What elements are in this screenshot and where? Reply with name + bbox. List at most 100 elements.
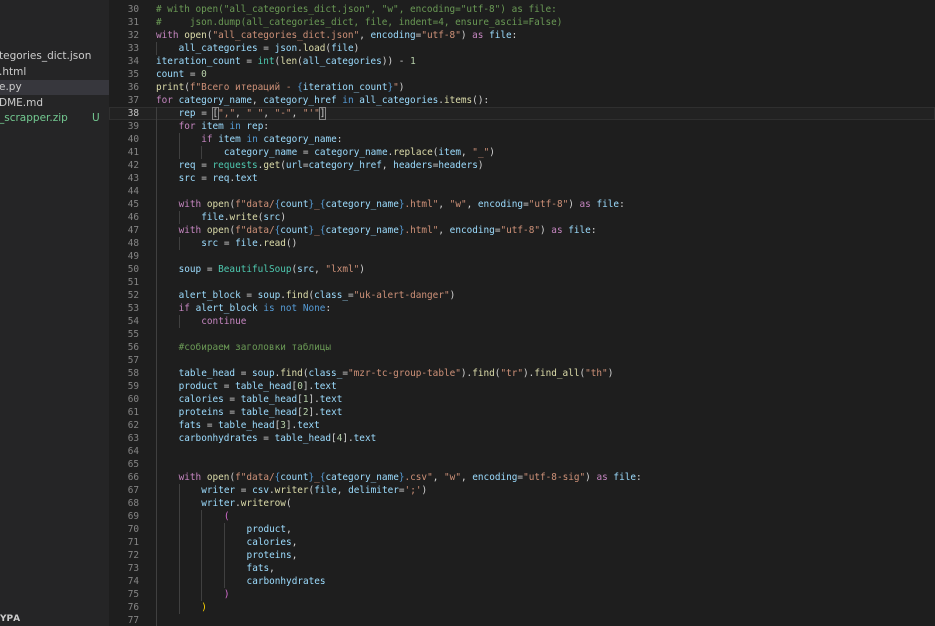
explorer-file-item[interactable]: tegories_dict.json [0,49,109,64]
code-line[interactable]: 74 carbonhydrates [109,575,935,588]
code-token: "all_categories_dict.json" [212,30,360,41]
code-token: find [285,290,309,301]
code-line[interactable]: 35 count = 0 [109,68,935,81]
code-token: , [438,225,450,236]
code-text: with open("all_categories_dict.json", en… [156,29,517,42]
line-number: 57 [127,355,139,366]
code-line[interactable]: 66 with open(f"data/{count}_{category_nam… [109,471,935,484]
code-line[interactable]: 67 writer = csv.writer(file, delimiter=';… [109,484,935,497]
explorer-file-item[interactable]: DME.md [0,96,109,111]
code-line[interactable]: 33 all_categories = json.load(file) [109,42,935,55]
code-token: , [460,472,473,483]
explorer-file-item[interactable]: .html [0,65,109,80]
indent-guide [201,575,202,588]
code-token: ]. [285,420,298,431]
code-line[interactable]: 50 soup = BeautifulSoup(src, "lxml") [109,263,935,276]
line-number: 72 [127,550,139,561]
outline-section-header[interactable]: ҮРА [0,612,20,626]
code-line[interactable]: 45 with open(f"data/{count}_{category_nam… [109,198,935,211]
code-line[interactable]: 68 writer.writerow( [109,497,935,510]
code-line[interactable]: 43 src = req.text [109,172,935,185]
code-line[interactable]: 49 [109,250,935,263]
code-token: "mzr-tc-group-table" [348,368,461,379]
code-line[interactable]: 62 fats = table_head[3].text [109,419,935,432]
code-line[interactable]: 58 table_head = soup.find(class_="mzr-tc-… [109,367,935,380]
code-line[interactable]: 69 ( [109,510,935,523]
line-number: 47 [127,225,139,236]
code-line[interactable]: 57 [109,354,935,367]
code-line[interactable]: 60 calories = table_head[1].text [109,393,935,406]
code-text: category_name = category_name.replace(it… [224,146,495,159]
code-line[interactable]: 42 req = requests.get(url=category_href, … [109,159,935,172]
code-line[interactable]: 51 [109,276,935,289]
code-line[interactable]: 75) [109,588,935,601]
code-text: proteins, [247,549,298,562]
code-line[interactable]: 56 #собираем заголовки таблицы [109,341,935,354]
code-token: , [269,563,275,574]
code-line[interactable]: 30 # with open("all_categories_dict.json"… [109,3,935,16]
code-line[interactable]: 34 iteration_count = int(len(all_categori… [109,55,935,68]
code-line[interactable]: 48 src = file.read() [109,237,935,250]
code-line[interactable]: 39 for item in rep: [109,120,935,133]
code-text: if alert_block is not None: [179,302,331,315]
code-line[interactable]: 65 [109,458,935,471]
code-token: "utf-8" [421,30,461,41]
code-text: for item in rep: [179,120,269,133]
code-line[interactable]: 47 with open(f"data/{count}_{category_nam… [109,224,935,237]
explorer-file-item[interactable]: e.py [0,80,109,95]
code-line[interactable]: 38 rep = [",", " ", "-", "'"] [109,107,935,120]
code-line[interactable]: 63 carbonhydrates = table_head[4].text [109,432,935,445]
code-token: table_head [178,368,236,379]
code-text: table_head = soup.find(class_="mzr-tc-gr… [179,367,614,380]
code-editor[interactable]: 30 # with open("all_categories_dict.json"… [109,0,935,626]
code-token: ). [460,368,473,379]
code-line[interactable]: 55 [109,328,935,341]
code-token: soup [178,264,202,275]
code-line[interactable]: 41 category_name = category_name.replace(… [109,146,935,159]
code-line[interactable]: 46 file.write(src) [109,211,935,224]
code-line[interactable]: 32 with open("all_categories_dict.json", … [109,29,935,42]
code-text: iteration_count = int(len(all_categories… [156,55,416,68]
code-line[interactable]: 70 product, [109,523,935,536]
code-token: ]. [308,407,320,418]
code-line[interactable]: 59 product = table_head[0].text [109,380,935,393]
code-line[interactable]: 52 alert_block = soup.find(class_="uk-ale… [109,289,935,302]
line-number: 42 [127,160,139,171]
code-line[interactable]: 76) [109,601,935,614]
code-line[interactable]: 37 for category_name, category_href in al… [109,94,935,107]
explorer-file-item[interactable]: _scrapper.zip U [0,111,109,126]
code-token: = [257,43,275,54]
code-token: len [280,56,298,67]
code-text: writer.writerow( [201,497,291,510]
code-line[interactable]: 31 # json.dump(all_categories_dict, file,… [109,16,935,29]
code-line[interactable]: 44 [109,185,935,198]
code-token: in [246,134,258,145]
code-token: : [511,30,518,41]
code-text: with open(f"data/{count}_{category_name}… [179,198,625,211]
code-line[interactable]: 72 proteins, [109,549,935,562]
code-text: product, [247,523,292,536]
code-token: text [353,433,377,444]
code-line[interactable]: 77 [109,614,935,626]
code-line[interactable]: 40 if item in category_name: [109,133,935,146]
code-token: = [195,108,213,119]
code-token: ) [568,199,580,210]
code-token: get [263,160,281,171]
code-token: headers [393,160,433,171]
code-token: for [178,121,196,132]
code-token: all_categories [359,95,439,106]
code-line[interactable]: 54 continue [109,315,935,328]
code-line[interactable]: 71 calories, [109,536,935,549]
code-token: = [218,381,236,392]
code-text: # json.dump(all_categories_dict, file, i… [156,16,562,29]
code-token: , [286,524,292,535]
code-line[interactable]: 53 if alert_block is not None: [109,302,935,315]
code-token: , [251,95,264,106]
code-token: category_name [178,95,252,106]
code-line[interactable]: 61 proteins = table_head[2].text [109,406,935,419]
line-number: 41 [127,147,139,158]
code-line[interactable]: 73 fats, [109,562,935,575]
code-line[interactable]: 36 print(f"Всего итераций - {iteration_co… [109,81,935,94]
line-number: 43 [127,173,139,184]
code-line[interactable]: 64 [109,445,935,458]
